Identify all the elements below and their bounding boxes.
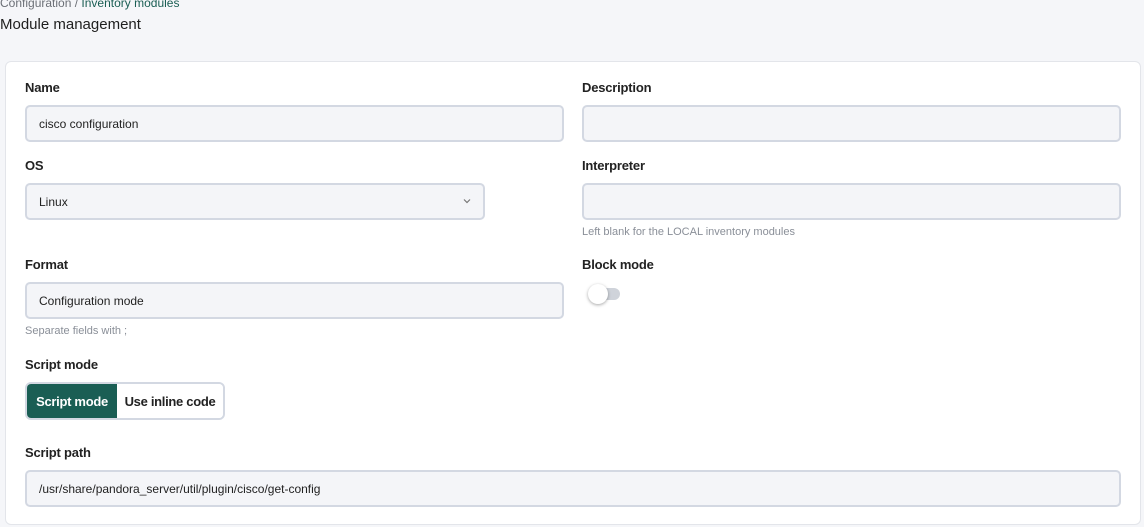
- format-input[interactable]: Configuration mode: [25, 282, 564, 319]
- toggle-knob: [588, 284, 608, 304]
- interpreter-input[interactable]: [582, 183, 1121, 220]
- block-mode-label: Block mode: [582, 257, 654, 272]
- format-label: Format: [25, 257, 68, 272]
- script-mode-option[interactable]: Script mode: [27, 384, 117, 418]
- breadcrumb-parent[interactable]: Configuration: [0, 0, 71, 10]
- script-mode-segmented-control: Script mode Use inline code: [25, 382, 225, 420]
- breadcrumb: Configuration / Inventory modules: [0, 0, 179, 10]
- inline-code-option[interactable]: Use inline code: [117, 384, 223, 418]
- block-mode-toggle[interactable]: [588, 284, 622, 304]
- breadcrumb-separator: /: [71, 0, 82, 10]
- chevron-down-icon: [463, 199, 471, 204]
- script-path-input[interactable]: /usr/share/pandora_server/util/plugin/ci…: [25, 470, 1121, 507]
- description-input[interactable]: [582, 105, 1121, 142]
- page-title: Module management: [0, 16, 141, 33]
- name-label: Name: [25, 80, 60, 95]
- script-path-label: Script path: [25, 445, 91, 460]
- os-selected-value: Linux: [39, 194, 68, 209]
- os-label: OS: [25, 158, 44, 173]
- description-label: Description: [582, 80, 652, 95]
- os-select[interactable]: Linux: [25, 183, 485, 220]
- name-input[interactable]: cisco configuration: [25, 105, 564, 142]
- script-mode-label: Script mode: [25, 357, 98, 372]
- format-hint: Separate fields with ;: [25, 325, 128, 337]
- interpreter-label: Interpreter: [582, 158, 645, 173]
- interpreter-hint: Left blank for the LOCAL inventory modul…: [582, 226, 795, 238]
- breadcrumb-current[interactable]: Inventory modules: [81, 0, 179, 10]
